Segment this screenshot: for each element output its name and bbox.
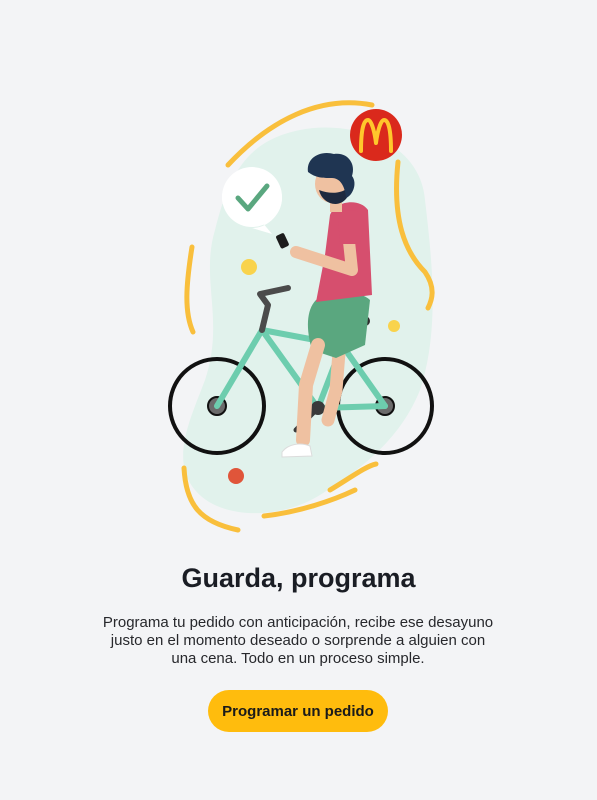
cyclist-illustration (168, 100, 435, 533)
onboarding-title: Guarda, programa (181, 563, 416, 593)
onboarding-description: Programa tu pedido con anticipación, rec… (102, 614, 494, 667)
mcdonalds-logo-icon (350, 109, 402, 161)
hero-illustration (0, 0, 597, 560)
schedule-order-button[interactable]: Programar un pedido (208, 690, 388, 732)
yellow-dot (388, 320, 400, 332)
red-dot (228, 468, 244, 484)
yellow-dot (241, 259, 257, 275)
